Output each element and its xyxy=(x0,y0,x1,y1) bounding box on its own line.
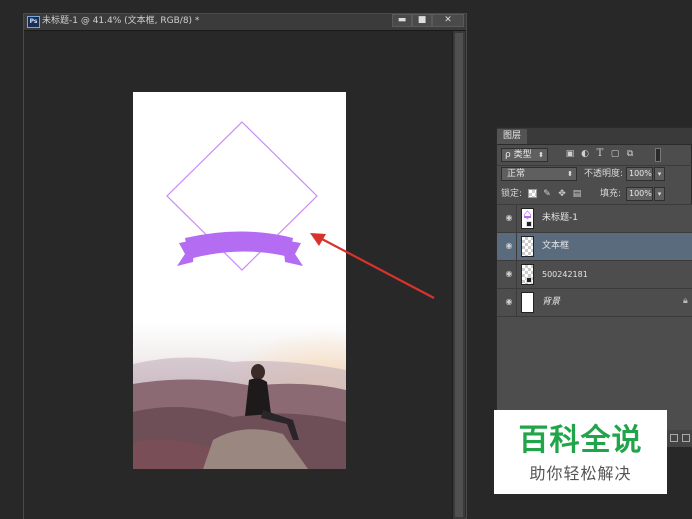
chevron-updown-icon: ⬍ xyxy=(538,151,544,159)
visibility-eye-icon[interactable]: ◉ xyxy=(504,298,514,306)
divider xyxy=(516,205,517,232)
mountain-photo xyxy=(133,322,346,469)
fill-label: 填充: xyxy=(600,189,622,199)
layer-row[interactable]: ◉ 500242181 xyxy=(497,261,692,289)
layer-thumbnail xyxy=(521,236,534,257)
opacity-label: 不透明度: xyxy=(584,169,624,179)
layer-name: 背景 xyxy=(542,297,561,307)
image-filter-icon[interactable]: ▣ xyxy=(565,149,575,159)
delete-layer-icon[interactable] xyxy=(682,434,690,442)
layer-name: 文本框 xyxy=(542,241,570,251)
watermark-subtitle: 助你轻松解决 xyxy=(529,464,632,483)
lock-label: 锁定: xyxy=(501,189,523,199)
adjustment-filter-icon[interactable]: ◐ xyxy=(580,149,590,159)
layer-filter-row: ρ 类型 ⬍ ▣ ◐ T ▢ ⧉ xyxy=(497,144,692,166)
lock-paint-brush-icon[interactable]: ✎ xyxy=(542,189,552,199)
close-button[interactable]: ✕ xyxy=(432,14,464,27)
photoshop-icon: Ps xyxy=(27,16,40,28)
blend-mode-value: 正常 xyxy=(507,169,526,179)
red-arrow-annotation xyxy=(310,233,435,299)
blend-row: 正常 ⬍ 不透明度: 100% ▾ xyxy=(497,166,692,184)
search-icon: ρ xyxy=(505,150,511,160)
minimize-button[interactable]: ▬ xyxy=(392,14,412,27)
layer-thumbnail xyxy=(521,208,534,229)
layer-thumbnail xyxy=(521,292,534,313)
tab-layers[interactable]: 图层 xyxy=(497,129,528,144)
layer-name: 未标题-1 xyxy=(542,213,578,223)
visibility-eye-icon[interactable]: ◉ xyxy=(504,214,514,222)
layer-row-selected[interactable]: ◉ 文本框 xyxy=(497,233,692,261)
layer-row[interactable]: ◉ 背景 🔒︎ xyxy=(497,289,692,317)
fill-field[interactable]: 100% xyxy=(626,187,653,201)
chevron-updown-icon: ⬍ xyxy=(567,170,573,178)
layer-kind-select[interactable]: ρ 类型 ⬍ xyxy=(501,148,548,162)
lock-row: 锁定: ✎ ✥ ▤ 填充: 100% ▾ xyxy=(497,184,692,205)
document-titlebar[interactable]: Ps 未标题-1 @ 41.4% (文本框, RGB/8) * ▬ ■ ✕ xyxy=(24,14,466,31)
filter-toggle-switch[interactable] xyxy=(655,148,661,162)
lock-transparency-icon[interactable] xyxy=(528,189,537,198)
lock-move-icon[interactable]: ✥ xyxy=(557,189,567,199)
divider xyxy=(516,261,517,288)
divider xyxy=(516,289,517,316)
watermark-title: 百科全说 xyxy=(518,423,643,458)
blend-mode-select[interactable]: 正常 ⬍ xyxy=(501,167,577,181)
opacity-dropdown-icon[interactable]: ▾ xyxy=(654,167,665,181)
lock-all-icon[interactable]: ▤ xyxy=(572,189,582,199)
divider xyxy=(516,233,517,260)
scrollbar-thumb[interactable] xyxy=(455,33,463,517)
lock-icon: 🔒︎ xyxy=(683,296,688,306)
maximize-button[interactable]: ■ xyxy=(412,14,432,27)
vertical-scrollbar[interactable] xyxy=(452,31,465,519)
ribbon-banner xyxy=(177,231,303,266)
watermark-logo: 百科全说 助你轻松解决 xyxy=(494,410,667,494)
layer-thumbnail xyxy=(521,264,534,285)
text-filter-icon[interactable]: T xyxy=(595,149,605,159)
layers-panel: 图层 ρ 类型 ⬍ ▣ ◐ T ▢ ⧉ 正常 ⬍ 不透明度: 100% ▾ 锁定… xyxy=(496,127,692,447)
fill-dropdown-icon[interactable]: ▾ xyxy=(654,187,665,201)
layers-tabbar: 图层 xyxy=(497,128,692,145)
smart-object-filter-icon[interactable]: ⧉ xyxy=(625,149,635,159)
smart-object-badge-icon xyxy=(526,277,532,283)
new-layer-icon[interactable] xyxy=(670,434,678,442)
shape-filter-icon[interactable]: ▢ xyxy=(610,149,620,159)
kind-label: 类型 xyxy=(513,150,532,160)
layer-name: 500242181 xyxy=(542,270,588,279)
layer-row[interactable]: ◉ 未标题-1 xyxy=(497,205,692,233)
smart-object-badge-icon xyxy=(526,221,532,227)
opacity-field[interactable]: 100% xyxy=(626,167,653,181)
visibility-eye-icon[interactable]: ◉ xyxy=(504,242,514,250)
document-title: 未标题-1 @ 41.4% (文本框, RGB/8) * xyxy=(42,16,200,26)
visibility-eye-icon[interactable]: ◉ xyxy=(504,270,514,278)
